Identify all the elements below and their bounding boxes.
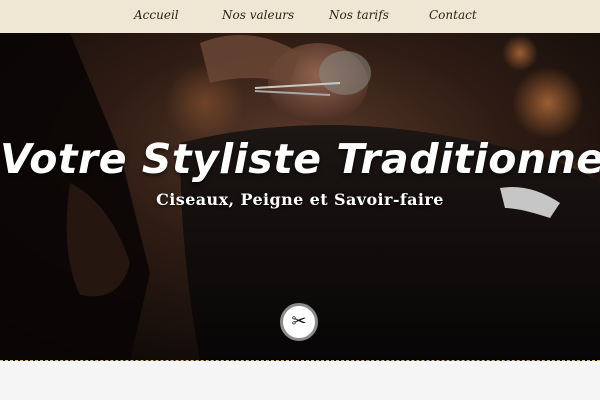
page: Accueil Nos valeurs Nos tarifs Contact V… xyxy=(0,0,600,400)
content-section xyxy=(0,361,600,400)
hero-banner: Votre Styliste Traditionnel Ciseaux, Pei… xyxy=(0,33,600,361)
scroll-down-button[interactable]: ✂ xyxy=(280,303,318,341)
nav-item-nos-valeurs[interactable]: Nos valeurs xyxy=(222,8,294,22)
nav-item-nos-tarifs[interactable]: Nos tarifs xyxy=(329,8,389,22)
scissors-icon: ✂ xyxy=(291,311,307,332)
hero-title: Votre Styliste Traditionnel xyxy=(0,135,600,183)
nav-list: Accueil Nos valeurs Nos tarifs Contact xyxy=(0,0,600,33)
nav-item-contact[interactable]: Contact xyxy=(429,8,477,22)
nav-item-accueil[interactable]: Accueil xyxy=(134,8,179,22)
hero-subtitle: Ciseaux, Peigne et Savoir-faire xyxy=(156,190,444,209)
top-navigation: Accueil Nos valeurs Nos tarifs Contact xyxy=(0,0,600,33)
